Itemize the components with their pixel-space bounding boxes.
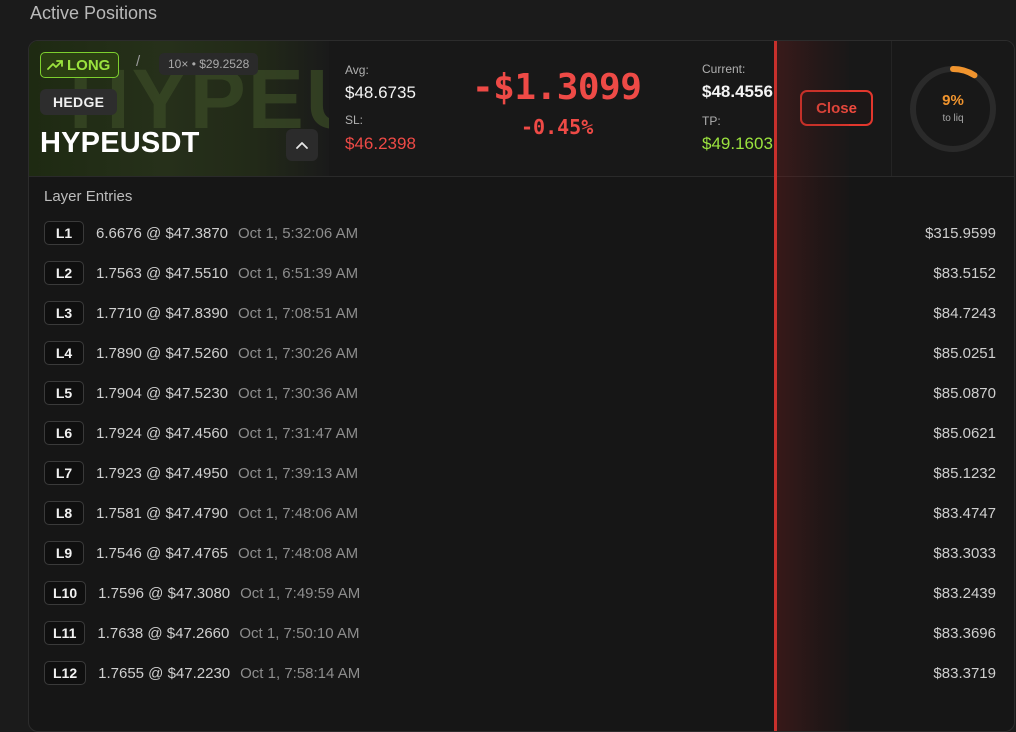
layer-row: L10 1.7596 @ $47.3080 Oct 1, 7:49:59 AM … — [44, 573, 996, 613]
layer-time: Oct 1, 7:30:26 AM — [238, 344, 359, 362]
pnl-value: -$1.3099 — [472, 67, 642, 108]
layer-amount: $84.7243 — [933, 304, 996, 322]
chevron-up-icon — [296, 142, 308, 149]
current-label: Current: — [702, 62, 746, 76]
layer-row: L11 1.7638 @ $47.2660 Oct 1, 7:50:10 AM … — [44, 613, 996, 653]
layer-quantity: 1.7904 @ $47.5230 — [96, 384, 229, 402]
layer-time: Oct 1, 7:58:14 AM — [240, 664, 361, 682]
layer-amount: $85.0621 — [933, 424, 996, 442]
layer-id-chip: L9 — [44, 541, 84, 565]
layer-quantity: 1.7710 @ $47.8390 — [96, 304, 229, 322]
layer-time: Oct 1, 7:31:47 AM — [238, 424, 359, 442]
layer-id-chip: L2 — [44, 261, 84, 285]
layer-row: L12 1.7655 @ $47.2230 Oct 1, 7:58:14 AM … — [44, 653, 996, 693]
layer-amount: $83.3696 — [933, 624, 996, 642]
liquidation-label: to liq — [942, 113, 964, 124]
layer-quantity: 1.7638 @ $47.2660 — [97, 624, 230, 642]
trend-up-icon — [47, 60, 63, 70]
layer-row: L9 1.7546 @ $47.4765 Oct 1, 7:48:08 AM $… — [44, 533, 996, 573]
layer-id-chip: L7 — [44, 461, 84, 485]
layer-id-chip: L6 — [44, 421, 84, 445]
side-badge: LONG — [40, 52, 120, 78]
layer-amount: $85.0870 — [933, 384, 996, 402]
layer-row: L5 1.7904 @ $47.5230 Oct 1, 7:30:36 AM $… — [44, 373, 996, 413]
layer-quantity: 6.6676 @ $47.3870 — [96, 224, 229, 242]
pnl-percent: -0.45% — [521, 115, 594, 139]
collapse-button[interactable] — [286, 129, 318, 161]
layer-entries-title: Layer Entries — [44, 188, 133, 205]
layer-entries-list: L1 6.6676 @ $47.3870 Oct 1, 5:32:06 AM $… — [44, 213, 996, 693]
layer-quantity: 1.7563 @ $47.5510 — [96, 264, 229, 282]
layer-row: L8 1.7581 @ $47.4790 Oct 1, 7:48:06 AM $… — [44, 493, 996, 533]
layer-time: Oct 1, 7:49:59 AM — [240, 584, 361, 602]
sl-value: $46.2398 — [345, 134, 416, 153]
layer-time: Oct 1, 7:39:13 AM — [238, 464, 359, 482]
layer-time: Oct 1, 6:51:39 AM — [238, 264, 359, 282]
layer-id-chip: L8 — [44, 501, 84, 525]
layer-amount: $85.1232 — [933, 464, 996, 482]
layer-quantity: 1.7923 @ $47.4950 — [96, 464, 229, 482]
current-value: $48.4556 — [702, 82, 773, 101]
layer-amount: $83.4747 — [933, 504, 996, 522]
hedge-badge: HEDGE — [40, 89, 118, 115]
layer-amount: $83.2439 — [933, 584, 996, 602]
close-position-button[interactable]: Close — [800, 90, 873, 126]
layer-quantity: 1.7924 @ $47.4560 — [96, 424, 229, 442]
layer-id-chip: L1 — [44, 221, 84, 245]
layer-amount: $315.9599 — [925, 224, 996, 242]
side-label: LONG — [67, 56, 111, 74]
layer-row: L6 1.7924 @ $47.4560 Oct 1, 7:31:47 AM $… — [44, 413, 996, 453]
tp-label: TP: — [702, 114, 721, 128]
position-card: HYPEUSDT LONG / 10× • $29.2528 HEDGE HYP… — [28, 40, 1015, 732]
layer-row: L1 6.6676 @ $47.3870 Oct 1, 5:32:06 AM $… — [44, 213, 996, 253]
layer-id-chip: L5 — [44, 381, 84, 405]
leverage-badge: 10× • $29.2528 — [159, 53, 259, 75]
layer-id-chip: L4 — [44, 341, 84, 365]
liquidation-ring — [910, 66, 996, 152]
liquidation-gauge: 9% to liq — [891, 41, 1014, 176]
layer-quantity: 1.7655 @ $47.2230 — [98, 664, 231, 682]
liquidation-percent: 9% — [942, 92, 964, 109]
layer-time: Oct 1, 7:48:08 AM — [238, 544, 359, 562]
layer-row: L2 1.7563 @ $47.5510 Oct 1, 6:51:39 AM $… — [44, 253, 996, 293]
layer-time: Oct 1, 7:48:06 AM — [238, 504, 359, 522]
layer-id-chip: L11 — [44, 621, 86, 645]
avg-value: $48.6735 — [345, 83, 416, 102]
layer-time: Oct 1, 7:08:51 AM — [238, 304, 359, 322]
layer-row: L4 1.7890 @ $47.5260 Oct 1, 7:30:26 AM $… — [44, 333, 996, 373]
layer-time: Oct 1, 5:32:06 AM — [238, 224, 359, 242]
position-header: HYPEUSDT LONG / 10× • $29.2528 HEDGE HYP… — [29, 41, 1014, 177]
avg-label: Avg: — [345, 63, 369, 77]
symbol-panel: HYPEUSDT LONG / 10× • $29.2528 HEDGE HYP… — [29, 41, 329, 176]
layer-id-chip: L12 — [44, 661, 87, 685]
layer-amount: $83.5152 — [933, 264, 996, 282]
tp-value: $49.1603 — [702, 134, 773, 153]
layer-id-chip: L3 — [44, 301, 84, 325]
layer-row: L7 1.7923 @ $47.4950 Oct 1, 7:39:13 AM $… — [44, 453, 996, 493]
layer-quantity: 1.7596 @ $47.3080 — [98, 584, 231, 602]
separator: / — [136, 53, 141, 70]
layer-amount: $83.3033 — [933, 544, 996, 562]
layer-amount: $85.0251 — [933, 344, 996, 362]
layer-time: Oct 1, 7:30:36 AM — [238, 384, 359, 402]
layer-quantity: 1.7890 @ $47.5260 — [96, 344, 229, 362]
layer-quantity: 1.7581 @ $47.4790 — [96, 504, 229, 522]
layer-amount: $83.3719 — [933, 664, 996, 682]
layer-time: Oct 1, 7:50:10 AM — [239, 624, 360, 642]
layer-row: L3 1.7710 @ $47.8390 Oct 1, 7:08:51 AM $… — [44, 293, 996, 333]
layer-id-chip: L10 — [44, 581, 87, 605]
layer-quantity: 1.7546 @ $47.4765 — [96, 544, 229, 562]
section-title: Active Positions — [30, 3, 158, 23]
symbol-name: HYPEUSDT — [40, 127, 200, 159]
sl-label: SL: — [345, 113, 364, 127]
